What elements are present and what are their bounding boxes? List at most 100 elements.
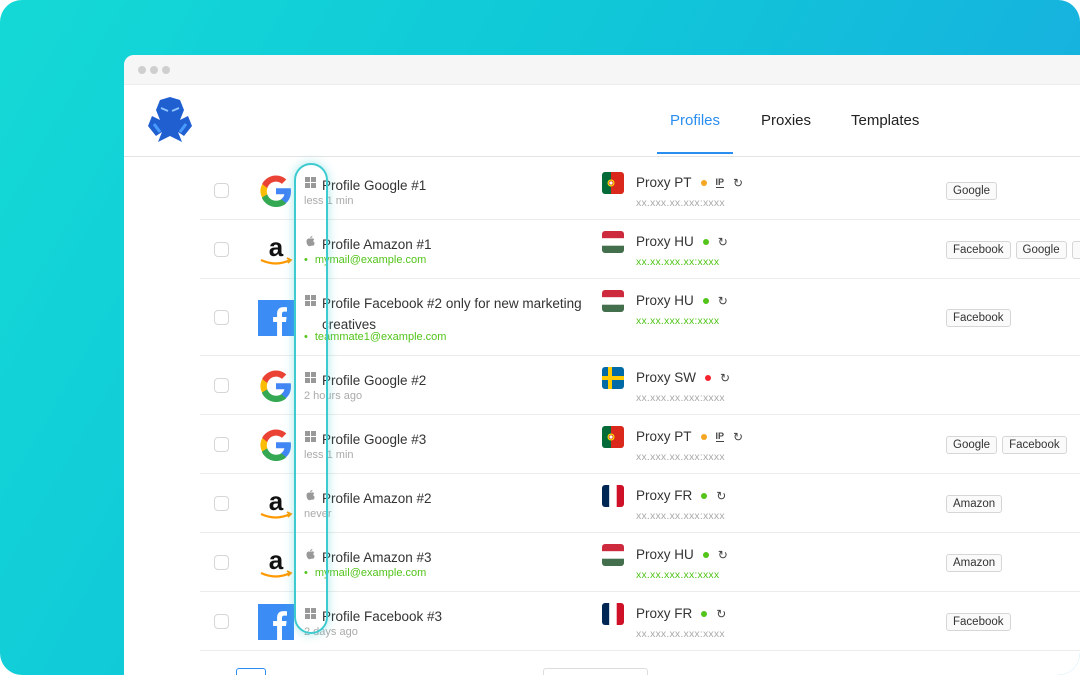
tags: Facebook xyxy=(946,613,1011,631)
profile-status: • teammate1@example.com xyxy=(304,331,447,343)
refresh-icon[interactable]: ↻ xyxy=(718,548,728,562)
profile-status: • mymail@example.com xyxy=(304,254,427,266)
windows-icon xyxy=(305,177,316,188)
tag[interactable]: Google xyxy=(946,182,998,200)
table-row[interactable]: a Profile Amazon #3 • mymail@example.com … xyxy=(200,533,1080,592)
proxy-cell[interactable]: Proxy FR ↻ xyxy=(636,606,726,621)
tag[interactable]: Facebook xyxy=(946,241,1011,259)
refresh-icon[interactable]: ↻ xyxy=(716,489,726,503)
flag-pt-icon xyxy=(602,172,624,194)
tab-proxies[interactable]: Proxies xyxy=(761,112,811,129)
windows-icon xyxy=(305,295,316,306)
refresh-icon[interactable]: ↻ xyxy=(716,607,726,621)
flag-hu-icon xyxy=(602,231,624,253)
row-checkbox[interactable] xyxy=(214,554,229,570)
google-logo-icon xyxy=(258,427,294,463)
status-dot-icon xyxy=(702,238,709,245)
amazon-logo-icon: a xyxy=(258,545,294,581)
flag-hu-icon xyxy=(602,544,624,566)
row-checkbox[interactable] xyxy=(214,613,229,629)
profile-status: • mymail@example.com xyxy=(304,567,427,579)
app-window: Profiles Proxies Templates Profile Googl… xyxy=(124,55,1080,675)
status-dot-icon xyxy=(700,433,707,440)
row-checkbox[interactable] xyxy=(214,182,229,198)
proxy-cell[interactable]: Proxy PT IP ↻ xyxy=(636,429,743,444)
proxy-ip: xx.xxx.xx.xxx:xxxx xyxy=(636,628,725,640)
table-row[interactable]: a Profile Amazon #2 never Proxy FR ↻ xx.x… xyxy=(200,474,1080,533)
window-dot xyxy=(162,66,170,74)
tag[interactable]: Amazon xyxy=(946,554,1003,572)
refresh-icon[interactable]: ↻ xyxy=(733,430,743,444)
tag[interactable]: Google xyxy=(1015,241,1067,259)
tag[interactable]: Facebook xyxy=(946,613,1011,631)
profile-name[interactable]: Profile Facebook #3 xyxy=(322,606,592,627)
table-row[interactable]: Profile Google #2 2 hours ago Proxy SW ↻ … xyxy=(200,356,1080,415)
table-row[interactable]: Profile Google #3 less 1 min Proxy PT IP ↻… xyxy=(200,415,1080,474)
flag-fr-icon xyxy=(602,485,624,507)
amazon-logo-icon: a xyxy=(258,232,294,268)
table-row[interactable]: Profile Facebook #2 only for new marketi… xyxy=(200,279,1080,356)
proxy-cell[interactable]: Proxy HU ↻ xyxy=(636,234,728,249)
profile-name[interactable]: Profile Facebook #2 only for new marketi… xyxy=(322,293,592,335)
ip-change-icon[interactable]: IP xyxy=(715,177,725,188)
status-dot-icon xyxy=(700,179,707,186)
profile-name[interactable]: Profile Google #3 xyxy=(322,429,592,450)
proxy-name: Proxy SW xyxy=(636,370,697,385)
tags: Facebook Google xyxy=(946,241,1080,259)
proxy-cell[interactable]: Proxy HU ↻ xyxy=(636,293,728,308)
tag[interactable]: Facebook xyxy=(1002,436,1067,454)
pagination-control[interactable] xyxy=(543,668,648,675)
refresh-icon[interactable]: ↻ xyxy=(718,294,728,308)
table-row[interactable]: a Profile Amazon #1 • mymail@example.com … xyxy=(200,220,1080,279)
windows-icon xyxy=(305,431,316,442)
google-logo-icon xyxy=(258,368,294,404)
refresh-icon[interactable]: ↻ xyxy=(733,176,743,190)
tag[interactable]: Google xyxy=(946,436,998,454)
status-dot-icon xyxy=(701,610,708,617)
octopus-logo-icon xyxy=(148,97,192,142)
apple-icon xyxy=(305,490,316,501)
row-checkbox[interactable] xyxy=(214,495,229,511)
tags: Facebook xyxy=(946,309,1011,327)
profile-status: 2 days ago xyxy=(304,626,358,638)
proxy-ip: xx.xx.xxx.xx:xxxx xyxy=(636,315,720,327)
header: Profiles Proxies Templates xyxy=(124,85,1080,157)
status-dot-icon xyxy=(701,492,708,499)
svg-text:a: a xyxy=(269,486,284,516)
proxy-ip: xx.xxx.xx.xxx:xxxx xyxy=(636,392,725,404)
proxy-cell[interactable]: Proxy PT IP ↻ xyxy=(636,175,743,190)
row-checkbox[interactable] xyxy=(214,436,229,452)
tab-profiles[interactable]: Profiles xyxy=(656,112,734,154)
profile-name[interactable]: Profile Amazon #1 xyxy=(322,234,592,255)
windows-icon xyxy=(305,608,316,619)
profile-name[interactable]: Profile Google #2 xyxy=(322,370,592,391)
proxy-ip: xx.xx.xxx.xx:xxxx xyxy=(636,569,720,581)
ip-change-icon[interactable]: IP xyxy=(715,431,725,442)
window-dot xyxy=(150,66,158,74)
table-row[interactable]: Profile Facebook #3 2 days ago Proxy FR ↻… xyxy=(200,592,1080,651)
proxy-name: Proxy FR xyxy=(636,606,693,621)
tab-templates[interactable]: Templates xyxy=(851,112,919,129)
refresh-icon[interactable]: ↻ xyxy=(718,235,728,249)
row-checkbox[interactable] xyxy=(214,241,229,257)
profile-status: less 1 min xyxy=(304,195,354,207)
proxy-cell[interactable]: Proxy SW ↻ xyxy=(636,370,730,385)
proxy-name: Proxy FR xyxy=(636,488,693,503)
tags: Google Facebook xyxy=(946,436,1067,454)
tag[interactable]: Facebook xyxy=(946,309,1011,327)
proxy-cell[interactable]: Proxy HU ↻ xyxy=(636,547,728,562)
page-size-button[interactable] xyxy=(236,668,266,675)
tag[interactable]: Amazon xyxy=(946,495,1003,513)
table-row[interactable]: Profile Google #1 less 1 min Proxy PT IP ↻… xyxy=(200,161,1080,220)
profile-name[interactable]: Profile Google #1 xyxy=(322,175,592,196)
proxy-cell[interactable]: Proxy FR ↻ xyxy=(636,488,726,503)
refresh-icon[interactable]: ↻ xyxy=(720,371,730,385)
flag-fr-icon xyxy=(602,603,624,625)
tag[interactable] xyxy=(1071,241,1080,259)
row-checkbox[interactable] xyxy=(214,309,229,325)
proxy-name: Proxy HU xyxy=(636,547,694,562)
title-bar xyxy=(124,55,1080,85)
row-checkbox[interactable] xyxy=(214,377,229,393)
profile-name[interactable]: Profile Amazon #2 xyxy=(322,488,592,509)
profile-name[interactable]: Profile Amazon #3 xyxy=(322,547,592,568)
